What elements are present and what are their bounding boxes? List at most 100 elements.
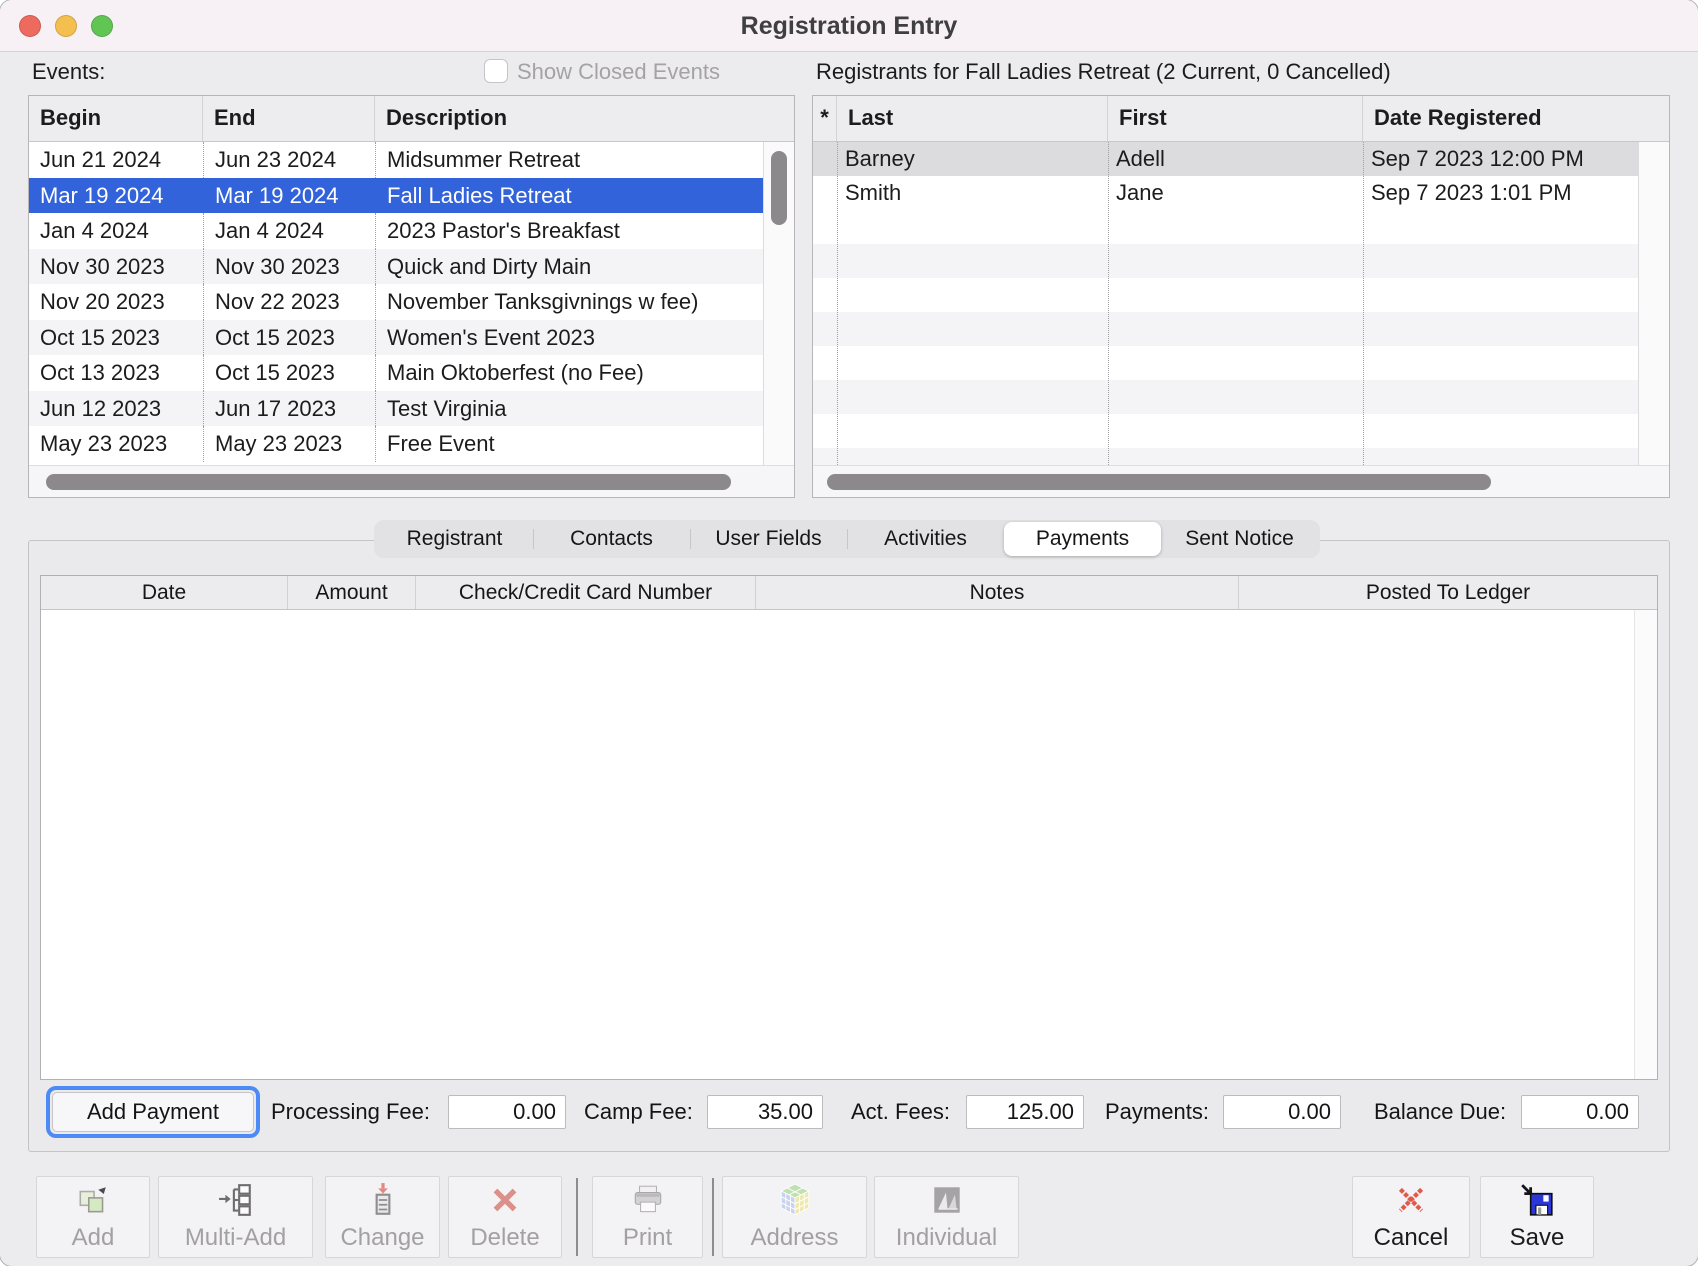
registrant-flag-cell <box>813 176 837 210</box>
close-window-button[interactable] <box>19 15 41 37</box>
tab-payments[interactable]: Payments <box>1004 522 1161 556</box>
event-row[interactable]: May 23 2023 May 23 2023 Free Event <box>29 426 763 462</box>
balance-due-label: Balance Due: <box>1374 1099 1507 1124</box>
act-fees-field[interactable]: 125.00 <box>966 1095 1084 1129</box>
events-column-header-begin[interactable]: Begin <box>29 96 203 141</box>
registrant-row[interactable]: Barney Adell Sep 7 2023 12:00 PM <box>813 142 1638 176</box>
toolbar-separator <box>712 1178 714 1256</box>
save-icon <box>1519 1182 1555 1218</box>
payments-field[interactable]: 0.00 <box>1223 1095 1341 1129</box>
payments-column-header-date[interactable]: Date <box>41 576 288 609</box>
camp-fee-label: Camp Fee: <box>584 1099 693 1124</box>
event-begin-cell: May 23 2023 <box>40 431 168 456</box>
delete-button[interactable]: Delete <box>448 1176 562 1258</box>
add-button[interactable]: Add <box>36 1176 150 1258</box>
tab-bar: Registrant Contacts User Fields Activities P… <box>374 520 1320 558</box>
multi-add-button[interactable]: Multi-Add <box>158 1176 313 1258</box>
events-column-header-description[interactable]: Description <box>375 96 794 141</box>
toolbar-separator <box>576 1178 578 1256</box>
payments-table-body <box>41 610 1634 1079</box>
payments-column-header-amount[interactable]: Amount <box>288 576 416 609</box>
tab-activities[interactable]: Activities <box>847 522 1004 556</box>
titlebar: Registration Entry <box>0 0 1698 52</box>
event-row[interactable]: Nov 30 2023 Nov 30 2023 Quick and Dirty Ma… <box>29 248 763 284</box>
tab-registrant[interactable]: Registrant <box>376 522 533 556</box>
zoom-window-button[interactable] <box>91 15 113 37</box>
minimize-window-button[interactable] <box>55 15 77 37</box>
balance-due-field[interactable]: 0.00 <box>1521 1095 1639 1129</box>
registrant-row[interactable]: Smith Jane Sep 7 2023 1:01 PM <box>813 176 1638 210</box>
individual-button[interactable]: Individual <box>874 1176 1019 1258</box>
toolbar-button-label: Save <box>1509 1224 1565 1251</box>
payments-column-header-check-credit-card-number[interactable]: Check/Credit Card Number <box>416 576 756 609</box>
event-row[interactable]: Jun 21 2024 Jun 23 2024 Midsummer Retreat <box>29 142 763 178</box>
events-horizontal-scrollbar[interactable] <box>29 465 794 497</box>
registrants-column-header-last[interactable]: Last <box>837 96 1108 141</box>
event-begin-cell: Mar 19 2024 <box>40 182 164 208</box>
change-button[interactable]: Change <box>325 1176 440 1258</box>
payments-label: Payments: <box>1105 1099 1209 1124</box>
event-row[interactable]: Jun 12 2023 Jun 17 2023 Test Virginia <box>29 390 763 426</box>
toolbar-button-label: Multi-Add <box>184 1224 287 1251</box>
address-button[interactable]: Address <box>722 1176 867 1258</box>
tab-sent-notice[interactable]: Sent Notice <box>1161 522 1318 556</box>
registrants-column-header-flag[interactable]: * <box>813 96 837 141</box>
address-icon <box>777 1182 813 1218</box>
event-description-cell: November Tanksgivnings w fee) <box>375 284 763 320</box>
event-begin-cell: Nov 30 2023 <box>40 253 165 279</box>
tab-contacts[interactable]: Contacts <box>533 522 690 556</box>
event-description-cell: Fall Ladies Retreat <box>387 182 572 208</box>
add-payment-focus-ring: Add Payment <box>46 1086 260 1138</box>
payments-vertical-scrollbar[interactable] <box>1634 610 1657 1079</box>
delete-icon <box>487 1182 523 1218</box>
registrants-column-divider <box>1108 142 1109 465</box>
registrants-empty-rows <box>813 210 1638 465</box>
events-vertical-scrollbar[interactable] <box>763 142 794 465</box>
event-end-cell: Oct 15 2023 <box>203 319 375 355</box>
events-vertical-scrollbar-thumb[interactable] <box>771 151 787 225</box>
payments-column-header-notes[interactable]: Notes <box>756 576 1239 609</box>
payments-table-header: Date Amount Check/Credit Card Number Notes P… <box>41 576 1657 610</box>
payments-table: Date Amount Check/Credit Card Number Notes P… <box>40 575 1658 1080</box>
registrant-first-cell: Jane <box>1116 180 1164 205</box>
registrants-table: * Last First Date Registered Barney Adell Sep… <box>812 95 1670 498</box>
toolbar-button-label: Print <box>622 1224 673 1251</box>
registrants-table-header: * Last First Date Registered <box>813 96 1669 142</box>
print-button[interactable]: Print <box>592 1176 703 1258</box>
toolbar-button-label: Individual <box>895 1224 998 1251</box>
events-table-body: Jun 21 2024 Jun 23 2024 Midsummer Retreat M… <box>29 142 763 465</box>
event-row[interactable]: Nov 20 2023 Nov 22 2023 November Tanksgivn… <box>29 284 763 320</box>
tab-user-fields[interactable]: User Fields <box>690 522 847 556</box>
event-row[interactable]: Oct 15 2023 Oct 15 2023 Women's Event 2023 <box>29 319 763 355</box>
individual-icon <box>929 1182 965 1218</box>
processing-fee-label: Processing Fee: <box>271 1099 430 1124</box>
registrants-horizontal-scrollbar-thumb[interactable] <box>827 474 1491 490</box>
event-description-cell: Women's Event 2023 <box>375 319 763 355</box>
event-end-cell: Jun 17 2023 <box>203 390 375 426</box>
show-closed-events-checkbox[interactable] <box>484 59 508 83</box>
events-column-header-end[interactable]: End <box>203 96 375 141</box>
event-row[interactable]: Mar 19 2024 Mar 19 2024 Fall Ladies Retrea… <box>29 177 763 213</box>
event-description-cell: 2023 Pastor's Breakfast <box>375 213 763 249</box>
save-button[interactable]: Save <box>1480 1176 1594 1258</box>
show-closed-events-label: Show Closed Events <box>517 59 720 84</box>
registrants-column-header-date-registered[interactable]: Date Registered <box>1363 96 1669 141</box>
registrant-flag-cell <box>813 142 837 176</box>
event-begin-cell: Oct 13 2023 <box>40 360 160 385</box>
event-end-cell: Jun 23 2024 <box>203 142 375 178</box>
payments-column-header-posted-to-ledger[interactable]: Posted To Ledger <box>1239 576 1657 609</box>
event-row[interactable]: Oct 13 2023 Oct 15 2023 Main Oktoberfest (… <box>29 355 763 391</box>
event-row[interactable]: Jan 4 2024 Jan 4 2024 2023 Pastor's Breakf… <box>29 213 763 249</box>
registrant-date-cell: Sep 7 2023 1:01 PM <box>1371 180 1572 205</box>
registrants-horizontal-scrollbar[interactable] <box>813 465 1669 497</box>
cancel-button[interactable]: Cancel <box>1352 1176 1470 1258</box>
print-icon <box>630 1182 666 1218</box>
registrants-vertical-scrollbar[interactable] <box>1638 142 1669 465</box>
event-end-cell: Oct 15 2023 <box>203 355 375 391</box>
registrants-column-header-first[interactable]: First <box>1108 96 1363 141</box>
add-payment-button[interactable]: Add Payment <box>52 1092 254 1132</box>
processing-fee-field[interactable]: 0.00 <box>448 1095 566 1129</box>
event-description-cell: Midsummer Retreat <box>375 142 763 178</box>
events-horizontal-scrollbar-thumb[interactable] <box>46 474 731 490</box>
camp-fee-field[interactable]: 35.00 <box>707 1095 823 1129</box>
